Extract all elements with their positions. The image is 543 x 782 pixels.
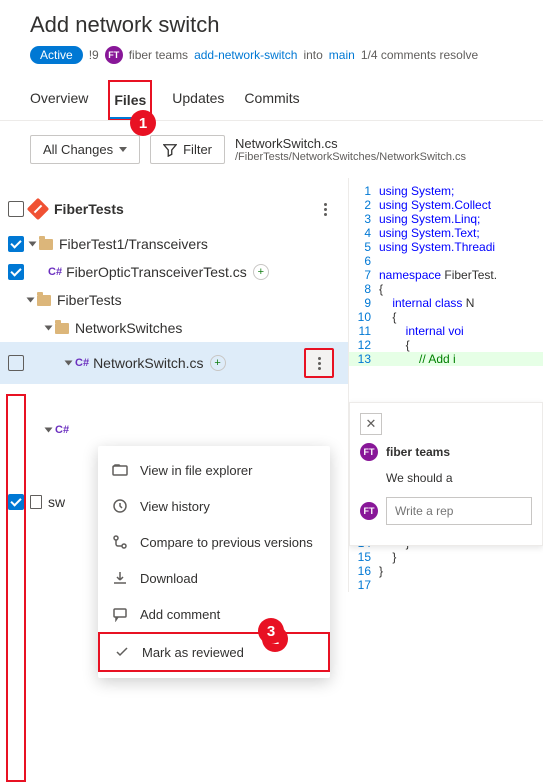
menu-view-explorer[interactable]: View in file explorer: [98, 452, 330, 488]
tree-file-networkswitch[interactable]: NetworkSwitch.cs: [93, 355, 203, 371]
code-viewer: 1using System; 2using System.Collect 3us…: [348, 178, 543, 592]
menu-label: Download: [140, 571, 198, 586]
csharp-icon: C#: [48, 266, 62, 278]
menu-mark-reviewed[interactable]: Mark as reviewed: [98, 632, 330, 672]
menu-download[interactable]: Download: [98, 560, 330, 596]
menu-compare[interactable]: Compare to previous versions: [98, 524, 330, 560]
comment-icon: [112, 606, 128, 622]
team-name: fiber teams: [129, 48, 188, 62]
target-branch-link[interactable]: main: [329, 48, 355, 62]
folder-icon: [39, 239, 53, 250]
menu-label: Mark as reviewed: [142, 645, 244, 660]
comment-panel: ✕ FT fiber teams We should a FT: [349, 402, 543, 546]
file-icon: [30, 495, 42, 509]
code-line: using System;: [379, 184, 454, 198]
more-button-file[interactable]: [304, 348, 334, 378]
source-branch-link[interactable]: add-network-switch: [194, 48, 297, 62]
menu-label: Add comment: [140, 607, 220, 622]
checkbox-file2[interactable]: [8, 355, 24, 371]
reply-avatar: FT: [360, 502, 378, 520]
compare-icon: [112, 534, 128, 550]
checkbox-file1[interactable]: [8, 264, 24, 280]
filter-icon: [163, 143, 177, 157]
menu-label: View history: [140, 499, 210, 514]
filter-button[interactable]: Filter: [150, 135, 225, 164]
code-text: N: [462, 296, 474, 310]
menu-view-history[interactable]: View history: [98, 488, 330, 524]
vote-count: !9: [89, 48, 99, 62]
status-badge-active: Active: [30, 46, 83, 64]
tab-overview[interactable]: Overview: [30, 80, 88, 120]
checkbox-folder1[interactable]: [8, 236, 24, 252]
reply-input[interactable]: [386, 497, 532, 525]
add-badge[interactable]: +: [210, 355, 226, 371]
comments-status: 1/4 comments resolve: [361, 48, 478, 62]
menu-add-comment[interactable]: Add comment: [98, 596, 330, 632]
code-line: {: [379, 282, 383, 296]
chevron-down-icon: [119, 147, 127, 152]
code-kw: internal: [379, 296, 432, 310]
code-text: FiberTest.: [441, 268, 497, 282]
close-button[interactable]: ✕: [360, 413, 382, 435]
code-line: using System.Threadi: [379, 240, 495, 254]
context-menu: View in file explorer View history Compa…: [98, 446, 330, 678]
avatar: FT: [105, 46, 123, 64]
comment-avatar: FT: [360, 443, 378, 461]
code-line: using System.Text;: [379, 226, 480, 240]
tree-file-sw[interactable]: sw: [48, 494, 65, 510]
menu-label: View in file explorer: [140, 463, 252, 478]
code-line: using System.Linq;: [379, 212, 480, 226]
chevron-icon[interactable]: [45, 428, 53, 433]
check-icon: [114, 644, 130, 660]
all-changes-dropdown[interactable]: All Changes: [30, 135, 140, 164]
code-line: {: [379, 310, 396, 324]
callout-1: 1: [130, 110, 156, 136]
tree-folder-fibertests[interactable]: FiberTests: [57, 292, 122, 308]
current-file-path: /FiberTests/NetworkSwitches/NetworkSwitc…: [235, 151, 529, 163]
more-button-root[interactable]: [310, 194, 340, 224]
menu-label: Compare to previous versions: [140, 535, 313, 550]
callout-checkbox-column: [6, 394, 26, 782]
chevron-icon[interactable]: [65, 361, 73, 366]
comment-text: We should a: [360, 471, 532, 485]
csharp-icon: C#: [75, 357, 89, 369]
tree-file-transceiver-test[interactable]: FiberOpticTransceiverTest.cs: [66, 264, 247, 280]
tree-folder-transceivers[interactable]: FiberTest1/Transceivers: [59, 236, 208, 252]
current-file-name: NetworkSwitch.cs: [235, 136, 529, 151]
chevron-icon[interactable]: [29, 242, 37, 247]
csharp-icon: C#: [55, 424, 69, 436]
code-kw: voi: [445, 324, 464, 338]
page-title: Add network switch: [30, 12, 527, 38]
meta-row: Active !9 FT fiber teams add-network-swi…: [30, 46, 527, 64]
filter-label: Filter: [183, 142, 212, 157]
code-line: {: [379, 338, 410, 352]
git-icon: [27, 198, 50, 221]
folder-open-icon: [112, 462, 128, 478]
code-line: }: [379, 550, 396, 564]
folder-icon: [55, 323, 69, 334]
chevron-icon[interactable]: [27, 298, 35, 303]
comment-author: fiber teams: [386, 445, 450, 459]
all-changes-label: All Changes: [43, 142, 113, 157]
code-kw: namespace: [379, 268, 441, 282]
callout-3: 3: [258, 618, 284, 644]
code-line: using System.Collect: [379, 198, 491, 212]
tab-commits[interactable]: Commits: [244, 80, 299, 120]
code-kw: class: [432, 296, 463, 310]
code-line: }: [379, 564, 383, 578]
checkbox-file4[interactable]: [8, 494, 24, 510]
tab-updates[interactable]: Updates: [172, 80, 224, 120]
tree-folder-networkswitches[interactable]: NetworkSwitches: [75, 320, 182, 336]
code-kw: internal: [379, 324, 445, 338]
download-icon: [112, 570, 128, 586]
add-badge[interactable]: +: [253, 264, 269, 280]
folder-icon: [37, 295, 51, 306]
into-label: into: [303, 48, 322, 62]
history-icon: [112, 498, 128, 514]
tree-root-label[interactable]: FiberTests: [54, 201, 124, 217]
chevron-icon[interactable]: [45, 326, 53, 331]
code-comment: // Add i: [379, 352, 456, 366]
checkbox-root[interactable]: [8, 201, 24, 217]
tab-bar: Overview Files Updates Commits: [0, 80, 543, 121]
